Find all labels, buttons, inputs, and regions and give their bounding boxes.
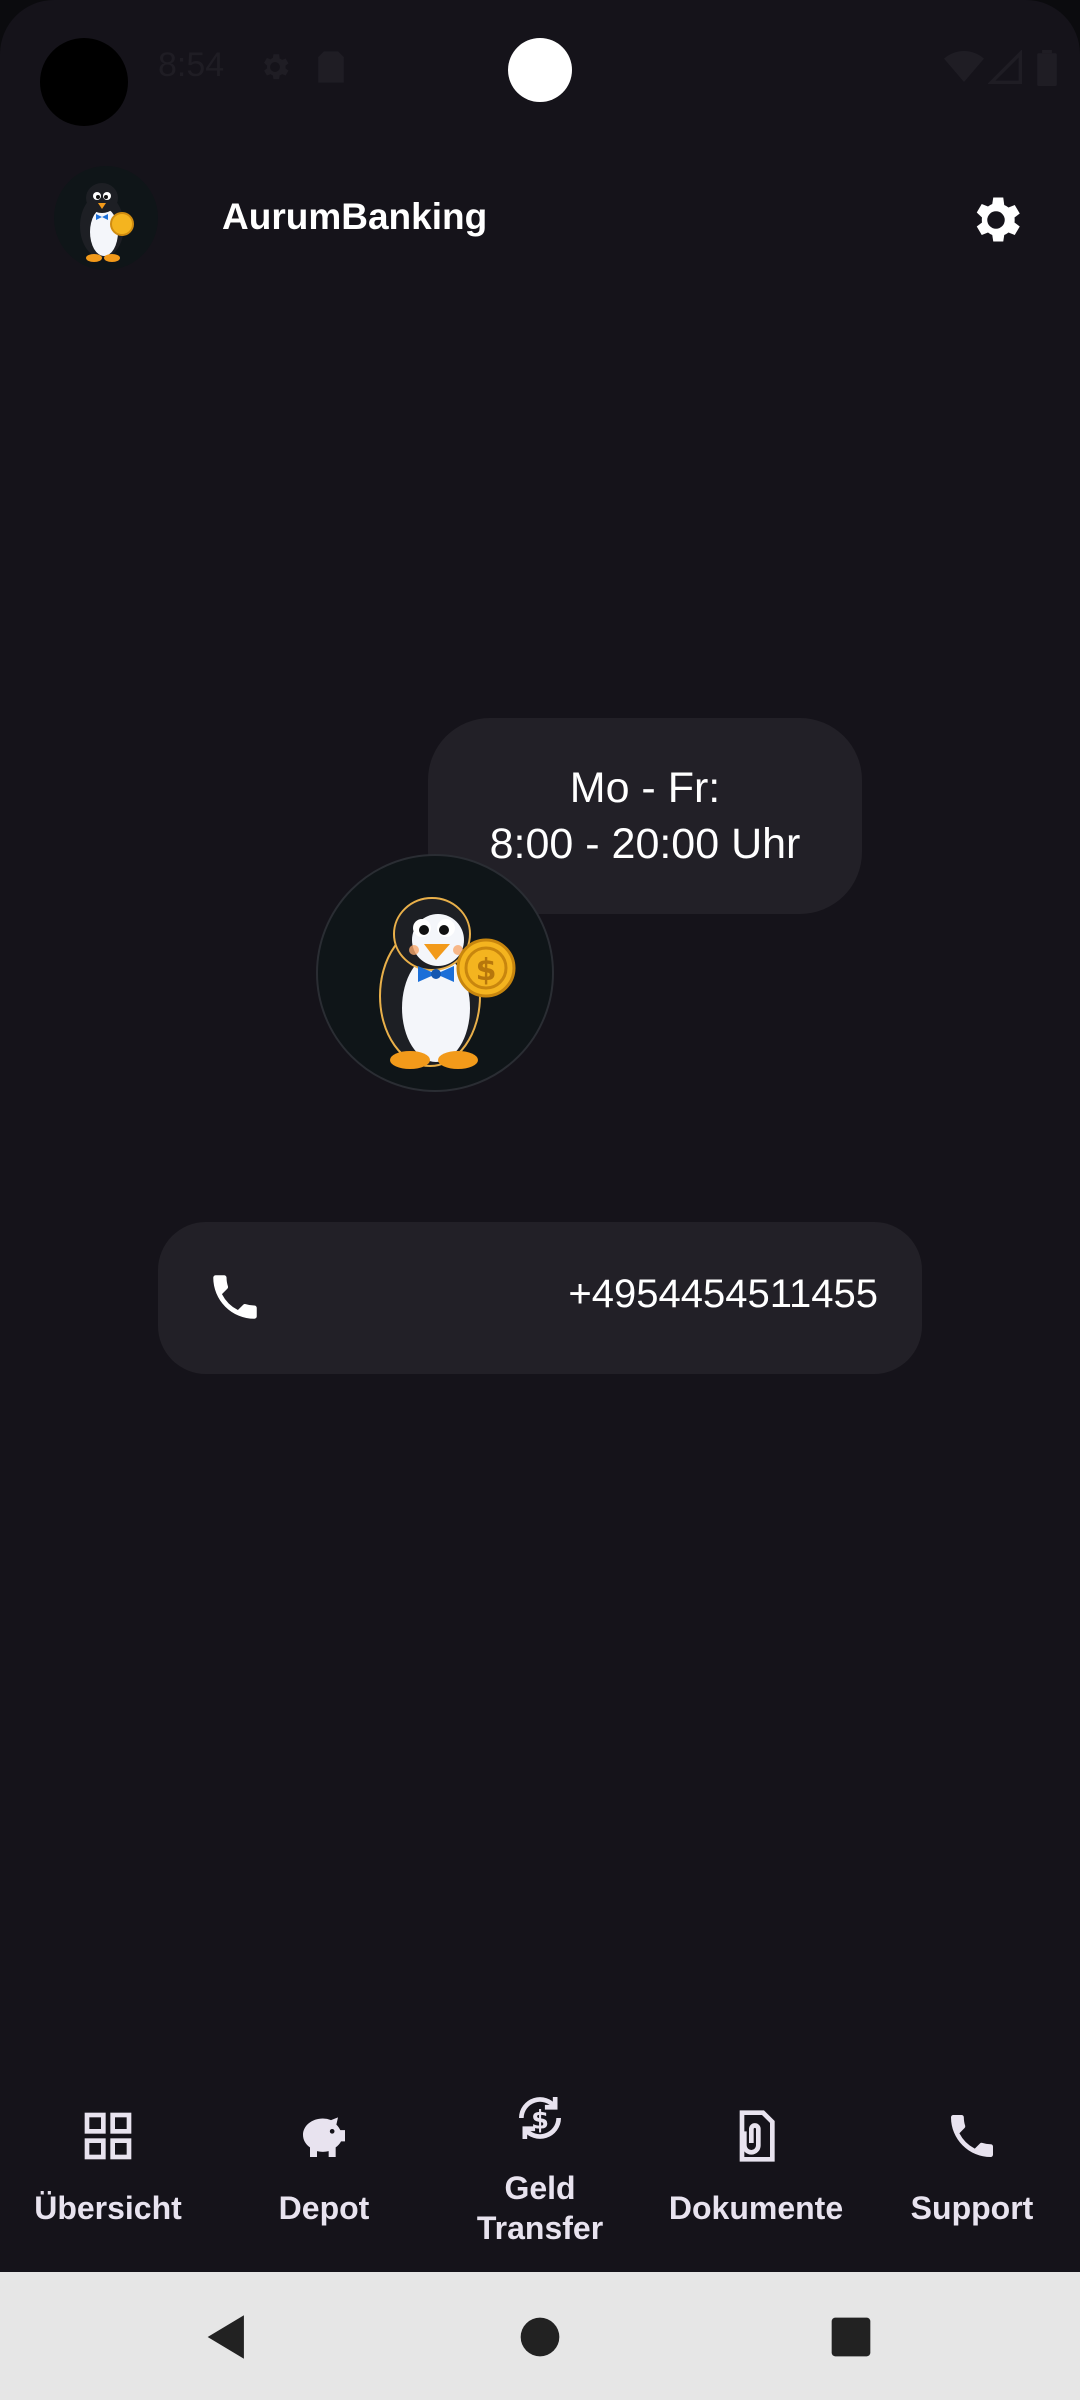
status-bar: 8:54 [0, 0, 1080, 140]
gear-icon [258, 50, 292, 89]
penguin-mascot-icon [54, 166, 158, 270]
nav-label: Übersicht [34, 2190, 182, 2226]
svg-text:$: $ [476, 953, 497, 988]
nav-label: Dokumente [668, 2190, 844, 2226]
app-bar: AurumBanking [0, 160, 1080, 280]
hours-days: Mo - Fr: [569, 764, 721, 812]
battery-icon [1036, 50, 1058, 91]
grid-icon [80, 2108, 136, 2164]
nav-label: Depot [278, 2190, 370, 2226]
nav-item-uebersicht[interactable]: Übersicht [0, 2070, 216, 2272]
camera-dot [508, 38, 572, 102]
phone-icon [206, 1268, 264, 1326]
nav-label: Support [910, 2190, 1034, 2226]
wifi-icon [944, 50, 984, 89]
nav-item-depot[interactable]: Depot [216, 2070, 432, 2272]
sim-card-icon [316, 50, 346, 89]
nav-label-line1: Geld [504, 2170, 576, 2206]
nav-item-support[interactable]: Support [864, 2070, 1080, 2272]
status-time: 8:54 [158, 46, 225, 84]
attachment-document-icon [728, 2108, 784, 2164]
system-navigation-bar [0, 2272, 1080, 2400]
penguin-mascot-icon: $ [316, 854, 554, 1092]
nav-item-geld-transfer[interactable]: $ Geld Transfer [432, 2070, 648, 2272]
phone-icon [944, 2108, 1000, 2164]
home-circle-icon[interactable] [511, 2308, 569, 2366]
money-transfer-icon: $ [512, 2090, 568, 2146]
app-title: AurumBanking [222, 196, 488, 237]
phone-number: +4954454511455 [568, 1272, 878, 1316]
front-camera-cutout [40, 38, 128, 126]
nav-label-line2: Transfer [476, 2210, 604, 2246]
phone-call-card[interactable]: +4954454511455 [158, 1222, 922, 1374]
cellular-signal-icon [987, 49, 1022, 89]
nav-item-dokumente[interactable]: Dokumente [648, 2070, 864, 2272]
back-triangle-icon[interactable] [198, 2308, 256, 2366]
hours-time: 8:00 - 20:00 Uhr [489, 820, 801, 868]
svg-text:$: $ [531, 2106, 549, 2136]
recents-square-icon[interactable] [822, 2308, 880, 2366]
gear-icon [976, 197, 1020, 242]
piggy-bank-icon [296, 2108, 352, 2164]
support-screen: 8:54 AurumBanking Mo - Fr: 8:00 - 20:00 … [0, 0, 1080, 2400]
settings-button[interactable] [966, 190, 1026, 250]
bottom-navigation: Übersicht Depot $ Geld Transfer Dokument… [0, 2070, 1080, 2272]
